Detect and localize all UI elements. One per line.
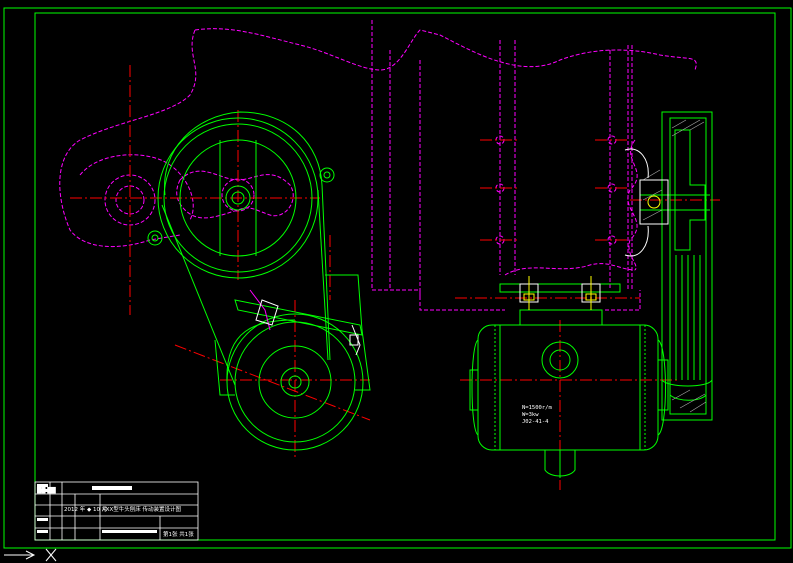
title-block-sheet: 第1张 共1张 (163, 530, 194, 538)
belt-drive-side-view (147, 111, 371, 451)
motor-front-view (469, 309, 669, 478)
drawing-frame (34, 12, 776, 541)
ucs-axis-icon (4, 548, 57, 562)
cad-drawing-canvas[interactable]: N=1500r/m W=3kw J02-41-4 ██ ██ 2012 年 ◆ … (0, 0, 793, 563)
centerlines (70, 65, 720, 490)
motor-label-line1: N=1500r/m (522, 405, 552, 411)
motor-label-line3: J02-41-4 (522, 419, 549, 425)
motor-label-line2: W=3kw (522, 412, 539, 418)
title-block-date: 2012 年 ◆ 10 月 (64, 505, 107, 513)
title-block-title: XXX型牛头刨床 传动装置设计图 (102, 505, 182, 513)
pulley-section-view (640, 111, 713, 421)
title-block-header: ██ ██ (36, 486, 56, 494)
motor-mount-bolts (499, 276, 621, 310)
sheet-border (3, 7, 792, 549)
hidden-machine-body (59, 20, 697, 311)
